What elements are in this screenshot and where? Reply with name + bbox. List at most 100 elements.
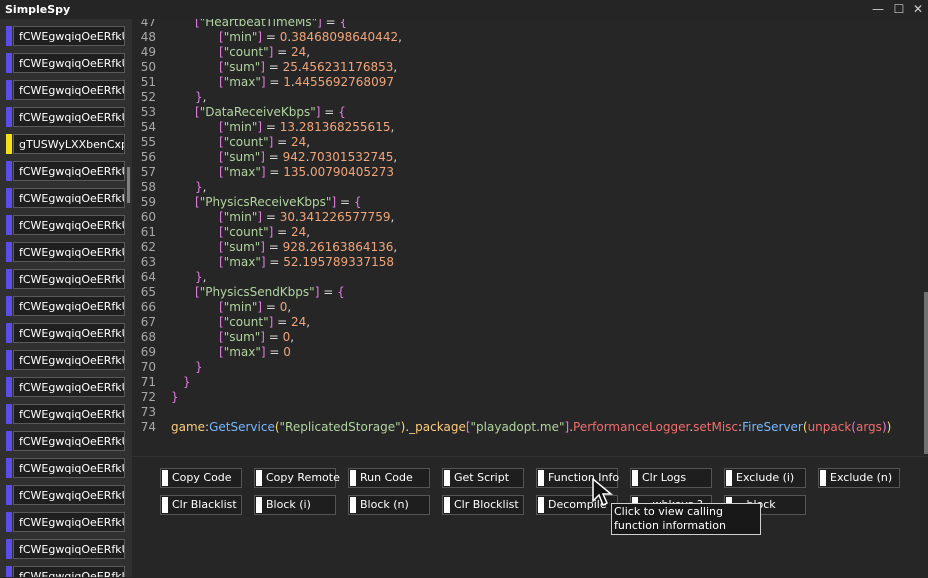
remote-log-item[interactable]: fCWEgwqiqOeERfkUih [6,377,126,397]
remote-log-list[interactable]: fCWEgwqiqOeERfkUih fCWEgwqiqOeERfkUih fCWE… [0,19,132,577]
remote-log-item[interactable]: fCWEgwqiqOeERfkUih [6,242,126,262]
action-button[interactable]: Block (i) [254,495,336,515]
remote-name: fCWEgwqiqOeERfkUih [19,408,124,421]
action-button[interactable]: Block (n) [348,495,430,515]
code-line: 59 ["PhysicsReceiveKbps"] = { [132,195,922,210]
button-label: Clr Logs [642,471,687,484]
remote-log-item[interactable]: fCWEgwqiqOeERfkUih [6,323,126,343]
remote-name-box[interactable]: fCWEgwqiqOeERfkUih [13,323,125,343]
remote-name-box[interactable]: fCWEgwqiqOeERfkUih [13,26,125,46]
button-indicator [538,497,544,513]
remote-name: fCWEgwqiqOeERfkUih [19,435,124,448]
remote-log-item[interactable]: fCWEgwqiqOeERfkUih [6,161,126,181]
remote-log-item[interactable]: fCWEgwqiqOeERfkUih [6,53,126,73]
remote-name-box[interactable]: fCWEgwqiqOeERfkUih [13,215,125,235]
remote-name-box[interactable]: fCWEgwqiqOeERfkUih [13,80,125,100]
close-icon[interactable]: ✕ [908,0,928,19]
remote-log-item[interactable]: fCWEgwqiqOeERfkUih [6,296,126,316]
line-number: 48 [140,30,156,44]
remote-name-box[interactable]: fCWEgwqiqOeERfkUih [13,188,125,208]
remote-log-item[interactable]: fCWEgwqiqOeERfkUih [6,458,126,478]
remote-name-box[interactable]: fCWEgwqiqOeERfkUih [13,512,125,532]
remote-name-box[interactable]: fCWEgwqiqOeERfkUih [13,269,125,289]
remote-log-item[interactable]: fCWEgwqiqOeERfkUih [6,566,126,577]
action-button[interactable]: Clr Logs [630,468,712,488]
button-label: Clr Blocklist [454,498,519,511]
remote-log-item[interactable]: gTUSWyLXXbenCxpIVd [6,134,126,154]
action-button[interactable]: Get Script [442,468,524,488]
line-number: 52 [140,90,156,104]
maximize-icon[interactable]: ☐ [889,0,909,19]
remote-name: fCWEgwqiqOeERfkUih [19,381,124,394]
remote-log-item[interactable]: fCWEgwqiqOeERfkUih [6,188,126,208]
line-number: 50 [140,60,156,74]
remote-name-box[interactable]: fCWEgwqiqOeERfkUih [13,350,125,370]
code-line: 54 ["min"] = 13.281368255615, [132,120,922,135]
remote-log-item[interactable]: fCWEgwqiqOeERfkUih [6,215,126,235]
code-text: ["sum"] = 942.70301532745, [219,150,398,164]
line-number: 65 [140,285,156,299]
remote-type-indicator [6,215,12,235]
code-line: 61 ["count"] = 24, [132,225,922,240]
remote-log-item[interactable]: fCWEgwqiqOeERfkUih [6,539,126,559]
action-button[interactable]: Clr Blocklist [442,495,524,515]
remote-name-box[interactable]: fCWEgwqiqOeERfkUih [13,566,125,577]
button-indicator [444,470,450,486]
action-button[interactable]: Exclude (n) [818,468,900,488]
remote-name-box[interactable]: fCWEgwqiqOeERfkUih [13,404,125,424]
remote-name-box[interactable]: fCWEgwqiqOeERfkUih [13,485,125,505]
remote-log-item[interactable]: fCWEgwqiqOeERfkUih [6,431,126,451]
line-number: 47 [140,19,156,29]
line-number: 64 [140,270,156,284]
action-button[interactable]: Exclude (i) [724,468,806,488]
remote-type-indicator [6,188,12,208]
remote-log-item[interactable]: fCWEgwqiqOeERfkUih [6,107,126,127]
remote-name-box[interactable]: fCWEgwqiqOeERfkUih [13,242,125,262]
remote-name-box[interactable]: fCWEgwqiqOeERfkUih [13,431,125,451]
remote-name-box[interactable]: gTUSWyLXXbenCxpIVd [13,134,125,154]
remote-log-item[interactable]: fCWEgwqiqOeERfkUih [6,269,126,289]
code-text: ["min"] = 0, [219,300,292,314]
remote-name-box[interactable]: fCWEgwqiqOeERfkUih [13,458,125,478]
remote-type-indicator [6,350,12,370]
line-number: 67 [140,315,156,329]
code-line: 67 ["count"] = 24, [132,315,922,330]
remote-type-indicator [6,539,12,559]
code-line: 69 ["max"] = 0 [132,345,922,360]
button-label: Exclude (n) [830,471,893,484]
remote-log-item[interactable]: fCWEgwqiqOeERfkUih [6,485,126,505]
remote-log-item[interactable]: fCWEgwqiqOeERfkUih [6,80,126,100]
sidebar-scrollbar[interactable] [127,167,130,203]
code-editor[interactable]: 47 ["HeartbeatTimeMs"] = {48 ["min"] = 0.3… [132,19,928,456]
remote-type-indicator [6,323,12,343]
minimize-icon[interactable]: — [868,0,888,19]
remote-name-box[interactable]: fCWEgwqiqOeERfkUih [13,107,125,127]
code-line: 68 ["sum"] = 0, [132,330,922,345]
remote-log-item[interactable]: fCWEgwqiqOeERfkUih [6,404,126,424]
remote-name-box[interactable]: fCWEgwqiqOeERfkUih [13,539,125,559]
remote-name-box[interactable]: fCWEgwqiqOeERfkUih [13,161,125,181]
remote-name-box[interactable]: fCWEgwqiqOeERfkUih [13,53,125,73]
button-label: Block (n) [360,498,409,511]
remote-name-box[interactable]: fCWEgwqiqOeERfkUih [13,296,125,316]
remote-log-item[interactable]: fCWEgwqiqOeERfkUih [6,26,126,46]
code-line: 60 ["min"] = 30.341226577759, [132,210,922,225]
remote-type-indicator [6,134,12,154]
remote-name: fCWEgwqiqOeERfkUih [19,354,124,367]
code-text: }, [195,270,207,284]
action-button[interactable]: Run Code [348,468,430,488]
code-text: ["max"] = 52.195789337158 [219,255,394,269]
line-number: 68 [140,330,156,344]
remote-log-item[interactable]: fCWEgwqiqOeERfkUih [6,512,126,532]
button-indicator [162,470,168,486]
remote-type-indicator [6,53,12,73]
button-indicator [820,470,826,486]
remote-name: fCWEgwqiqOeERfkUih [19,300,124,313]
remote-log-item[interactable]: fCWEgwqiqOeERfkUih [6,350,126,370]
action-button[interactable]: Copy Remote [254,468,340,488]
action-button[interactable]: Clr Blacklist [160,495,242,515]
remote-name-box[interactable]: fCWEgwqiqOeERfkUih [13,377,125,397]
editor-scrollbar[interactable] [924,292,928,454]
action-button[interactable]: Copy Code [160,468,242,488]
line-number: 69 [140,345,156,359]
